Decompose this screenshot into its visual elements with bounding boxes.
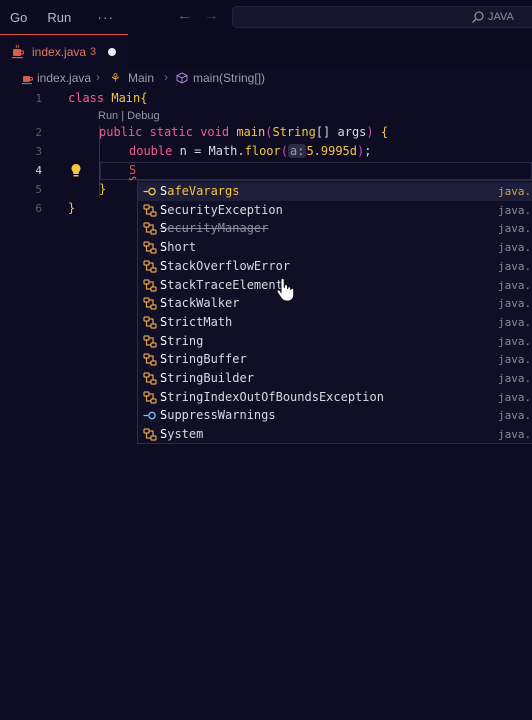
annotation-icon <box>143 409 157 422</box>
suggestion-label: StringBuilder <box>160 371 254 385</box>
java-file-icon <box>22 76 33 85</box>
suggestion-label: StackWalker <box>160 296 240 311</box>
suggestion-item[interactable]: StackWalker java.lang <box>138 294 532 313</box>
suggestion-label: String <box>160 333 204 348</box>
method-cube-icon <box>176 72 188 84</box>
code-line-6: } <box>68 201 76 215</box>
line-number: 2 <box>35 126 42 139</box>
typed-text: S <box>129 163 137 177</box>
suggestion-detail: java.lang <box>498 390 532 404</box>
suggestion-label: StrictMath <box>160 314 233 329</box>
line-number: 6 <box>35 202 42 215</box>
class-icon <box>143 316 157 329</box>
suggestion-detail: java.lang <box>498 409 532 423</box>
class-icon <box>143 204 157 217</box>
tab-problem-count: 3 <box>90 45 97 58</box>
suggestion-item[interactable]: StringIndexOutOfBoundsException java.lang <box>138 388 532 407</box>
suggestion-detail: java.lang <box>498 428 532 442</box>
suggestion-item[interactable]: StringBuilder java.lang <box>138 369 532 388</box>
menu-go[interactable]: Go <box>10 10 27 25</box>
class-icon <box>143 241 157 254</box>
suggestion-detail: java.lang <box>498 278 532 292</box>
command-center-search[interactable]: JAVA <box>232 6 532 28</box>
back-arrow-icon[interactable]: ← <box>177 7 192 24</box>
class-icon <box>143 278 157 292</box>
tab-label: index.java <box>32 44 87 59</box>
class-icon <box>143 391 157 404</box>
current-line-highlight <box>100 162 532 180</box>
class-icon <box>143 428 157 441</box>
suggestion-detail: java.lang <box>498 241 532 255</box>
code-line-5: } <box>99 182 107 196</box>
title-bar: Go Run ··· ← → JAVA <box>0 0 532 34</box>
suggestion-label: SecurityException <box>160 202 283 217</box>
class-icon <box>143 297 157 310</box>
suggestion-detail: java.lang <box>498 334 532 348</box>
suggestion-item[interactable]: StrictMath java.lang <box>138 313 532 332</box>
suggestion-detail: java.lang <box>498 372 532 385</box>
class-icon <box>143 353 157 366</box>
suggestion-item[interactable]: StringBuffer java.lang <box>138 350 532 369</box>
suggestion-item[interactable]: String java.lang <box>138 332 532 351</box>
suggestion-item[interactable]: SecurityManager java.lang <box>138 219 532 238</box>
class-icon <box>143 372 157 385</box>
chevron-right-icon: › <box>96 70 100 84</box>
menu-run[interactable]: Run <box>47 10 71 25</box>
suggestion-detail: java.lang <box>498 185 532 198</box>
suggestion-item[interactable]: Short java.lang <box>138 238 532 257</box>
line-number: 5 <box>35 183 42 196</box>
codelens-run-debug[interactable]: Run | Debug <box>98 110 160 122</box>
line-number: 4 <box>35 164 42 177</box>
suggestion-item[interactable]: StackTraceElement java.lang <box>138 276 532 295</box>
suggestion-label: SecurityManager <box>160 221 269 236</box>
suggestion-item[interactable]: SuppressWarnings java.lang <box>138 406 532 425</box>
suggestion-detail: java.lang <box>498 353 532 367</box>
menu-more-button[interactable]: ··· <box>97 9 114 25</box>
parameter-hint: a: <box>287 144 307 158</box>
chevron-right-icon: › <box>164 70 168 84</box>
breadcrumb: index.java › ⚘ Main › main(String[]) <box>0 70 532 88</box>
suggestion-item[interactable]: System java.lang <box>138 425 532 444</box>
suggestion-item[interactable]: StackOverflowError java.lang <box>138 257 532 276</box>
code-line-1: class Main{ <box>68 91 148 105</box>
search-text: JAVA <box>488 11 514 23</box>
breadcrumb-file[interactable]: index.java <box>37 71 91 85</box>
code-line-2: public static void main(String[] args) { <box>99 125 389 139</box>
line-number: 3 <box>35 145 42 158</box>
suggestion-label: StackOverflowError <box>160 258 291 273</box>
line-number: 1 <box>35 92 42 105</box>
breadcrumb-method[interactable]: main(String[]) <box>193 71 265 85</box>
java-file-icon <box>12 44 24 58</box>
class-icon <box>143 222 157 235</box>
suggestion-label: StringBuffer <box>160 352 247 367</box>
class-icon <box>143 334 157 348</box>
breadcrumb-class[interactable]: Main <box>128 71 154 85</box>
tab-index-java[interactable]: index.java 3 <box>0 34 128 68</box>
suggestion-label: SuppressWarnings <box>160 408 276 423</box>
lightbulb-icon[interactable] <box>70 163 82 178</box>
suggestion-detail: java.lang <box>498 259 532 273</box>
code-line-4: S <box>129 163 136 177</box>
class-icon: ⚘ <box>110 71 121 85</box>
suggestion-label: System <box>160 427 204 442</box>
suggestion-detail: java.lang <box>498 222 532 236</box>
suggestion-detail: java.lang <box>498 203 532 217</box>
suggestion-label: StackTraceElement <box>160 277 283 292</box>
suggestion-item[interactable]: SafeVarargs java.lang <box>138 182 532 201</box>
tab-bar: index.java 3 <box>0 34 532 68</box>
unsaved-dot-icon[interactable] <box>108 47 117 56</box>
search-icon <box>472 11 484 23</box>
forward-arrow-icon[interactable]: → <box>204 7 219 24</box>
annotation-icon <box>143 185 157 198</box>
code-line-3: double n = Math.floor(a: 5.9995d); <box>129 144 372 158</box>
class-icon <box>143 260 157 273</box>
suggestion-item[interactable]: SecurityException java.lang <box>138 201 532 220</box>
suggest-widget[interactable]: SafeVarargs java.lang SecurityException jav… <box>137 180 532 444</box>
pointer-hand-icon <box>276 278 294 302</box>
suggestion-label: Short <box>160 240 197 255</box>
suggestion-label: StringIndexOutOfBoundsException <box>160 389 384 404</box>
suggestion-detail: java.lang <box>498 297 532 311</box>
suggestion-label: SafeVarargs <box>160 184 240 198</box>
suggestion-detail: java.lang <box>498 315 532 329</box>
